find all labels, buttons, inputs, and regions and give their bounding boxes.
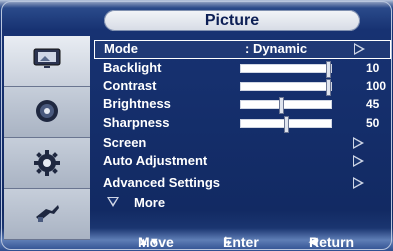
mode-label: Mode bbox=[104, 41, 138, 56]
brightness-slider-thumb[interactable] bbox=[279, 97, 284, 114]
auto-adjustment-label: Auto Adjustment bbox=[103, 153, 208, 168]
advanced-settings-label: Advanced Settings bbox=[103, 175, 221, 190]
sidebar-item-picture[interactable] bbox=[4, 36, 90, 87]
sidebar-item-sound[interactable] bbox=[4, 87, 90, 138]
menu-item-screen[interactable]: Screen bbox=[94, 135, 389, 151]
mode-arrow-icon bbox=[354, 43, 365, 55]
menu-item-backlight[interactable]: Backlight 10 bbox=[94, 60, 389, 78]
input-plug-icon bbox=[36, 205, 59, 222]
menu-item-sharpness[interactable]: Sharpness 50 bbox=[94, 115, 389, 133]
screen-label: Screen bbox=[103, 135, 147, 150]
advanced-settings-arrow-icon bbox=[353, 177, 364, 189]
navigation-hints: ▲▼ Move ↳ Enter ◀ Return bbox=[94, 233, 390, 251]
backlight-slider-thumb[interactable] bbox=[326, 61, 331, 78]
contrast-slider[interactable] bbox=[240, 79, 332, 96]
menu-item-contrast[interactable]: Contrast 100 bbox=[94, 78, 389, 96]
sharpness-value: 50 bbox=[366, 116, 380, 130]
hint-enter-label: Enter bbox=[223, 234, 259, 250]
sharpness-slider-thumb[interactable] bbox=[284, 116, 289, 133]
sharpness-label: Sharpness bbox=[103, 115, 170, 130]
more-down-icon bbox=[107, 197, 119, 207]
brightness-slider[interactable] bbox=[240, 97, 332, 114]
more-label: More bbox=[134, 195, 166, 210]
picture-icon bbox=[33, 48, 61, 68]
sharpness-slider[interactable] bbox=[240, 116, 332, 133]
hint-move-label: Move bbox=[138, 234, 174, 250]
backlight-slider[interactable] bbox=[240, 61, 332, 78]
menu-title: Picture bbox=[104, 10, 360, 31]
sidebar-item-input[interactable] bbox=[4, 189, 90, 240]
contrast-slider-thumb[interactable] bbox=[326, 79, 331, 96]
menu-item-more[interactable]: More bbox=[94, 195, 389, 211]
contrast-value: 100 bbox=[366, 79, 387, 93]
backlight-value: 10 bbox=[366, 61, 380, 75]
picture-menu: Mode : Dynamic Backlight 10 Contrast 100… bbox=[94, 36, 391, 226]
menu-item-auto-adjustment[interactable]: Auto Adjustment bbox=[94, 153, 389, 169]
backlight-label: Backlight bbox=[103, 60, 162, 75]
tv-osd-screen: Picture Mode: Dynamic Backlight 10 Cont… bbox=[0, 0, 393, 251]
sound-icon bbox=[36, 100, 58, 122]
hint-return-label: Return bbox=[309, 234, 355, 250]
mode-value: : Dynamic bbox=[245, 41, 308, 56]
auto-adjustment-arrow-icon bbox=[353, 155, 364, 167]
menu-item-advanced-settings[interactable]: Advanced Settings bbox=[94, 175, 389, 191]
menu-item-brightness[interactable]: Brightness 45 bbox=[94, 96, 389, 114]
brightness-value: 45 bbox=[366, 97, 380, 111]
brightness-label: Brightness bbox=[103, 96, 171, 111]
contrast-label: Contrast bbox=[103, 78, 157, 93]
screen-arrow-icon bbox=[353, 137, 364, 149]
setup-gear-icon bbox=[34, 150, 60, 176]
menu-item-mode[interactable]: Mode : Dynamic bbox=[94, 40, 391, 59]
category-sidebar bbox=[4, 36, 90, 240]
sidebar-item-setup[interactable] bbox=[4, 138, 90, 189]
